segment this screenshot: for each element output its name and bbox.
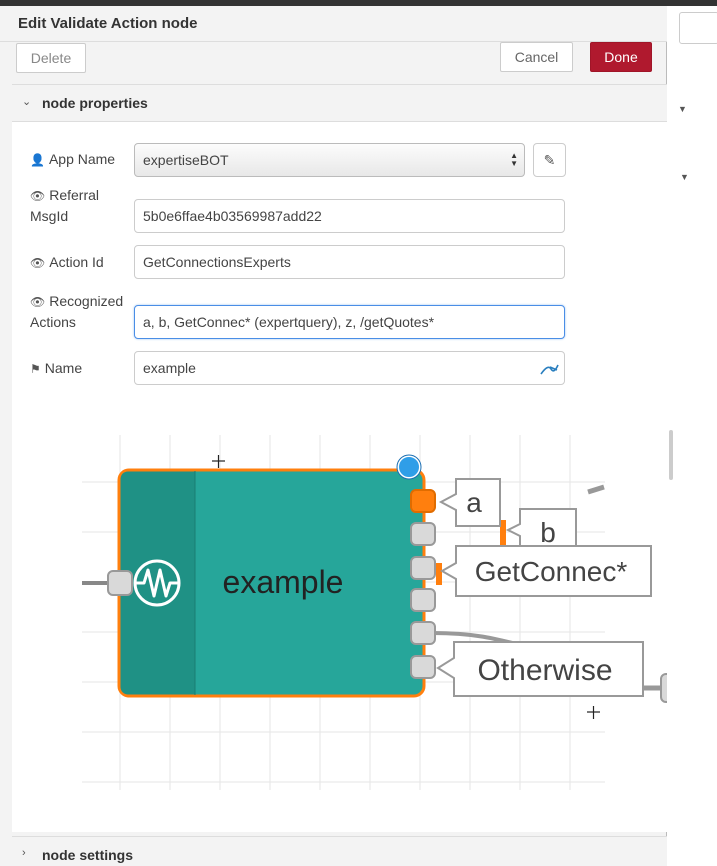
app-name-select[interactable]: expertiseBOT ▲ ▼	[134, 143, 525, 177]
tag-icon: ⚑	[30, 362, 41, 376]
plus-marker-icon	[212, 455, 225, 468]
recognized-actions-input[interactable]: a, b, GetConnec* (expertquery), z, /getQ…	[134, 305, 565, 339]
node-preview-canvas: example b a GetConnec* Otherwise	[82, 435, 667, 790]
action-id-label: 👁 Action Id	[30, 254, 104, 270]
name-input[interactable]: example	[134, 351, 565, 385]
port-label-b: b	[500, 508, 577, 551]
output-port-getquotes[interactable]	[410, 621, 436, 645]
downstream-node-port[interactable]	[660, 673, 667, 703]
cancel-button[interactable]: Cancel	[500, 42, 573, 72]
output-port-otherwise[interactable]	[410, 655, 436, 679]
input-port[interactable]	[107, 570, 133, 596]
select-arrows-icon: ▲ ▼	[510, 151, 518, 168]
svg-text:Otherwise: Otherwise	[477, 654, 612, 687]
action-id-input[interactable]: GetConnectionsExperts	[134, 245, 565, 279]
node-settings-label: node settings	[42, 847, 134, 863]
node-label: example	[223, 564, 344, 600]
node-status-dot	[397, 455, 421, 479]
right-panel-tab[interactable]	[679, 12, 717, 44]
pencil-icon: ✎	[543, 152, 556, 168]
referral-msgid-input[interactable]: 5b0e6ffae4b03569987add22	[134, 199, 565, 233]
right-side-panel: ▼ ▼	[668, 6, 717, 866]
scrollbar[interactable]	[669, 430, 673, 480]
node-properties-header[interactable]: ⌄ node properties	[12, 84, 667, 122]
edit-app-button[interactable]: ✎	[533, 143, 566, 177]
delete-button[interactable]: Delete	[16, 43, 86, 73]
eye-icon: 👁	[30, 189, 46, 203]
eye-icon: 👁	[30, 295, 46, 309]
plus-marker-icon	[587, 706, 600, 719]
output-port-z[interactable]	[410, 588, 436, 612]
chevron-down-icon: ⌄	[22, 96, 32, 108]
port-label-otherwise: Otherwise	[436, 641, 644, 697]
name-value: example	[143, 360, 196, 376]
output-wire	[587, 484, 605, 495]
expand-icon[interactable]	[538, 358, 560, 384]
user-icon: 👤	[30, 153, 45, 167]
node-properties-label: node properties	[42, 95, 148, 111]
svg-text:b: b	[540, 517, 556, 548]
chevron-right-icon: ›	[22, 847, 26, 859]
name-label: ⚑ Name	[30, 360, 83, 376]
chevron-down-icon[interactable]: ▼	[678, 104, 687, 114]
output-port-b[interactable]	[410, 522, 436, 546]
tray-title: Edit Validate Action node	[0, 6, 667, 42]
port-label-a: a	[438, 478, 501, 527]
chevron-down-icon[interactable]: ▼	[680, 172, 689, 182]
svg-text:a: a	[466, 487, 482, 518]
recognized-actions-label: 👁 Recognized Actions	[30, 293, 124, 330]
done-button[interactable]: Done	[590, 42, 652, 72]
eye-icon: 👁	[30, 256, 46, 270]
port-label-getconnec: GetConnec*	[436, 545, 652, 597]
svg-text:GetConnec*: GetConnec*	[475, 556, 628, 587]
example-node[interactable]: example	[117, 468, 426, 698]
output-port-a[interactable]	[410, 489, 436, 513]
output-port-getconnec[interactable]	[410, 556, 436, 580]
referral-msgid-label: 👁 Referral MsgId	[30, 187, 100, 224]
app-name-label: 👤 App Name	[30, 151, 116, 167]
node-settings-header[interactable]: › node settings	[12, 836, 667, 866]
app-name-value: expertiseBOT	[143, 152, 229, 168]
